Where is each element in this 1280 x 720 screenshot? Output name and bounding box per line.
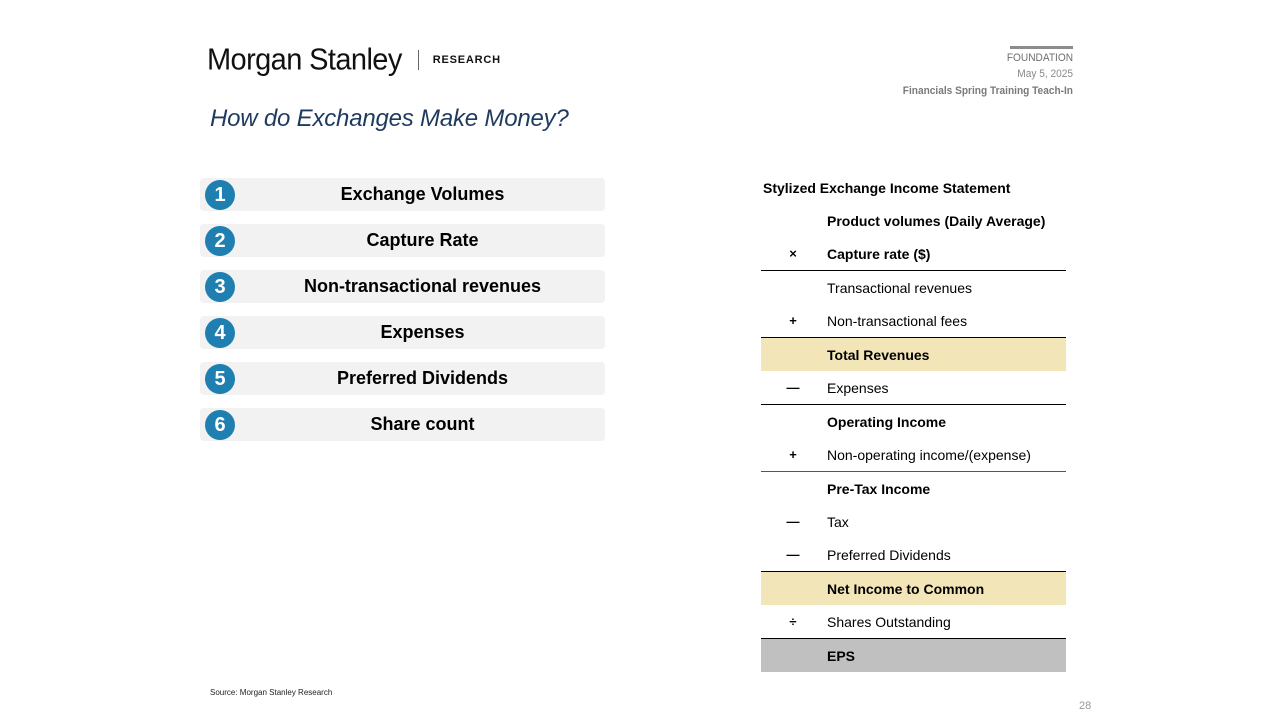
statement-rows: Product volumes (Daily Average) × Captur…	[761, 204, 1066, 672]
header-rule	[1010, 46, 1073, 49]
row-label: Capture rate ($)	[827, 245, 931, 262]
statement-row: — Tax	[761, 505, 1066, 538]
row-operator: ×	[789, 246, 797, 261]
statement-row-net-income: Net Income to Common	[761, 572, 1066, 605]
statement-row: Operating Income	[761, 405, 1066, 438]
page-number: 28	[1079, 700, 1092, 712]
step-item: 3 Non-transactional revenues	[200, 270, 605, 303]
row-operator: +	[789, 447, 797, 462]
step-item: 4 Expenses	[200, 316, 605, 349]
row-label: Shares Outstanding	[827, 613, 951, 630]
statement-row-total-revenues: Total Revenues	[761, 338, 1066, 371]
row-operator: ÷	[789, 614, 797, 629]
statement-row: Product volumes (Daily Average)	[761, 204, 1066, 237]
row-operator: —	[786, 514, 800, 529]
step-label: Non-transactional revenues	[303, 276, 542, 296]
step-number-badge: 5	[205, 364, 235, 394]
step-label: Share count	[370, 414, 475, 434]
statement-row: Transactional revenues	[761, 271, 1066, 304]
event-name: Financials Spring Training Teach-In	[902, 85, 1073, 97]
row-label: EPS	[827, 647, 856, 664]
slide-title: How do Exchanges Make Money?	[210, 105, 569, 132]
section-label: RESEARCH	[432, 54, 501, 66]
statement-row: Pre-Tax Income	[761, 472, 1066, 505]
row-label: Transactional revenues	[827, 279, 973, 296]
statement-title: Stylized Exchange Income Statement	[763, 180, 1011, 196]
statement-row: ÷ Shares Outstanding	[761, 605, 1066, 639]
row-label: Non-operating income/(expense)	[827, 446, 1031, 463]
report-type: FOUNDATION	[1006, 52, 1073, 64]
brand-name: Morgan Stanley	[207, 42, 402, 77]
step-number-badge: 2	[205, 226, 235, 256]
statement-row: — Preferred Dividends	[761, 538, 1066, 572]
step-number-badge: 6	[205, 410, 235, 440]
step-item: 1 Exchange Volumes	[200, 178, 605, 211]
step-number-badge: 4	[205, 318, 235, 348]
source-note: Source: Morgan Stanley Research	[210, 688, 333, 697]
step-item: 5 Preferred Dividends	[200, 362, 605, 395]
report-date: May 5, 2025	[1017, 68, 1073, 80]
step-number-badge: 1	[205, 180, 235, 210]
step-number-badge: 3	[205, 272, 235, 302]
step-item: 2 Capture Rate	[200, 224, 605, 257]
row-operator: +	[789, 313, 797, 328]
row-label: Net Income to Common	[827, 580, 985, 597]
row-label: Non-transactional fees	[827, 312, 968, 329]
step-label: Capture Rate	[366, 230, 479, 250]
statement-row: × Capture rate ($)	[761, 237, 1066, 271]
logo-divider	[417, 50, 419, 70]
statement-row: + Non-operating income/(expense)	[761, 438, 1066, 472]
row-label: Product volumes (Daily Average)	[827, 212, 1046, 229]
row-label: Total Revenues	[827, 346, 930, 363]
row-operator: —	[786, 547, 800, 562]
logo: Morgan Stanley RESEARCH	[207, 42, 501, 78]
header-meta: FOUNDATION May 5, 2025 Financials Spring…	[888, 46, 1073, 97]
row-label: Tax	[827, 513, 849, 530]
statement-row: — Expenses	[761, 371, 1066, 405]
step-label: Exchange Volumes	[340, 184, 505, 204]
step-label: Expenses	[380, 322, 465, 342]
statement-row: + Non-transactional fees	[761, 304, 1066, 338]
row-label: Pre-Tax Income	[827, 480, 931, 497]
step-item: 6 Share count	[200, 408, 605, 441]
row-operator: —	[786, 380, 800, 395]
row-label: Preferred Dividends	[827, 546, 951, 563]
row-label: Operating Income	[827, 413, 947, 430]
step-label: Preferred Dividends	[336, 368, 509, 388]
steps-list: 1 Exchange Volumes 2 Capture Rate 3 Non-…	[200, 178, 605, 454]
row-label: Expenses	[827, 379, 889, 396]
statement-row-eps: EPS	[761, 639, 1066, 672]
